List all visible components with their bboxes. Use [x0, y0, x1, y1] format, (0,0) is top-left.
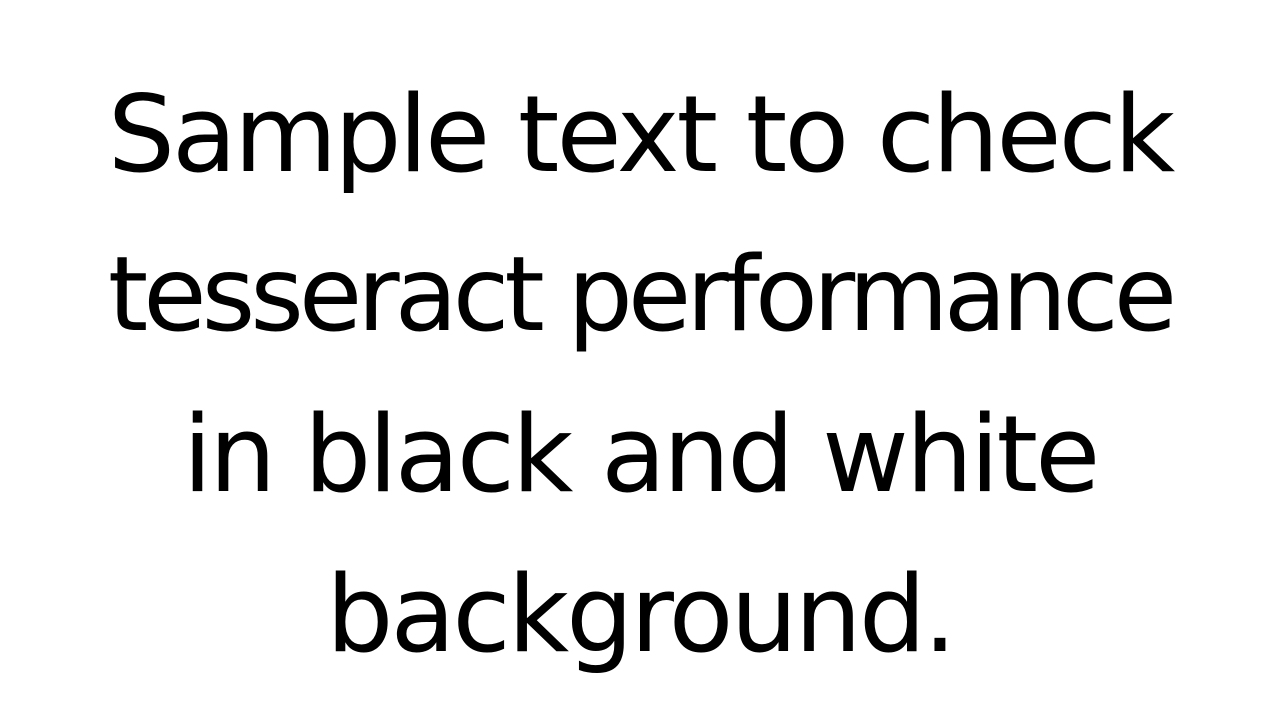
text-line-4: background.	[326, 553, 957, 676]
text-line-2: tesseract performance	[107, 235, 1177, 355]
document-page: Sample text to check tesseract performan…	[0, 0, 1280, 720]
sample-text-block: Sample text to check tesseract performan…	[0, 55, 1280, 695]
text-line-1: Sample text to check	[107, 73, 1176, 196]
text-line-3: in black and white	[182, 393, 1101, 516]
